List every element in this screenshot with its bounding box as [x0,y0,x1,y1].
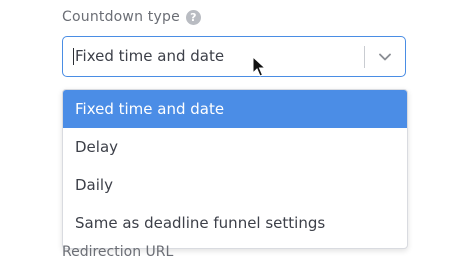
countdown-type-dropdown-menu: Fixed time and date Delay Daily Same as … [62,89,408,249]
redirection-url-label: Redirection URL [62,244,174,260]
menu-option-same-as-deadline-funnel[interactable]: Same as deadline funnel settings [63,204,407,242]
select-current-value: Fixed time and date [75,47,225,65]
menu-option-delay[interactable]: Delay [63,128,407,166]
countdown-type-label-text: Countdown type [62,9,180,25]
chevron-down-icon[interactable] [377,49,393,65]
menu-option-daily[interactable]: Daily [63,166,407,204]
help-icon[interactable]: ? [185,9,201,25]
countdown-type-label: Countdown type ? [62,9,201,25]
mouse-pointer-icon [252,56,267,77]
menu-option-fixed-time-and-date[interactable]: Fixed time and date [63,90,407,128]
select-divider [364,46,365,68]
countdown-type-select[interactable]: Fixed time and date [62,36,406,77]
text-cursor [73,48,74,65]
